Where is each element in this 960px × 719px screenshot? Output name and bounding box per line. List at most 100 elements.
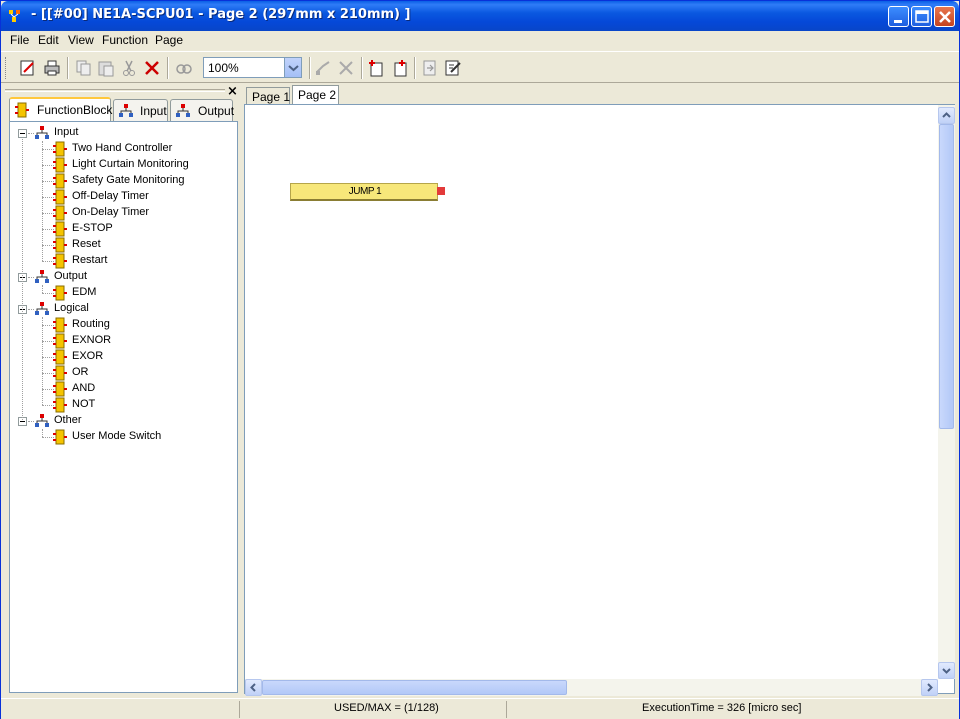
chevron-down-icon bbox=[942, 668, 951, 674]
chevron-right-icon bbox=[927, 683, 933, 692]
connect-icon[interactable] bbox=[313, 58, 333, 78]
print-icon[interactable] bbox=[42, 58, 62, 78]
tree-item-label: Reset bbox=[72, 238, 101, 250]
scroll-right-button[interactable] bbox=[921, 679, 938, 696]
menu-file[interactable]: File bbox=[10, 33, 29, 47]
tree-item[interactable]: Off-Delay Timer bbox=[52, 189, 232, 205]
tree-item-label: Routing bbox=[72, 318, 110, 330]
properties-icon[interactable] bbox=[443, 58, 463, 78]
tree-item-label: EXNOR bbox=[72, 334, 112, 346]
tree-group-logical[interactable]: Logical bbox=[34, 301, 224, 317]
tree-item-label: On-Delay Timer bbox=[72, 206, 150, 218]
tree-item-label: AND bbox=[72, 382, 96, 394]
toolbar-grip[interactable] bbox=[5, 57, 8, 79]
tree-item[interactable]: Restart bbox=[52, 253, 232, 269]
tree-item[interactable]: Light Curtain Monitoring bbox=[52, 157, 232, 173]
collapse-toggle[interactable] bbox=[18, 129, 27, 138]
network-icon bbox=[119, 104, 133, 117]
export-icon[interactable] bbox=[420, 58, 440, 78]
tab-output[interactable]: Output bbox=[170, 99, 234, 121]
close-icon bbox=[939, 11, 951, 23]
tree-item[interactable]: Reset bbox=[52, 237, 232, 253]
tree-item[interactable]: On-Delay Timer bbox=[52, 205, 232, 221]
tree-item[interactable]: Routing bbox=[52, 317, 232, 333]
function-block-icon bbox=[53, 189, 67, 205]
tree-item-label: User Mode Switch bbox=[72, 430, 162, 442]
tree-item-label: NOT bbox=[72, 398, 96, 410]
title-bar[interactable]: - [[#00] NE1A-SCPU01 - Page 2 (297mm x 2… bbox=[1, 1, 959, 31]
tree-item[interactable]: Two Hand Controller bbox=[52, 141, 232, 157]
scroll-up-button[interactable] bbox=[938, 107, 955, 124]
cut-icon[interactable] bbox=[119, 58, 139, 78]
tree-item[interactable]: E-STOP bbox=[52, 221, 232, 237]
maximize-button[interactable] bbox=[911, 6, 932, 27]
status-used-max: USED/MAX = (1/128) bbox=[334, 702, 439, 714]
jump-block[interactable]: JUMP 1 bbox=[290, 183, 438, 201]
disconnect-icon[interactable] bbox=[336, 58, 356, 78]
tree-item[interactable]: Safety Gate Monitoring bbox=[52, 173, 232, 189]
tab-label: Page 2 bbox=[298, 88, 337, 102]
tree-group-label: Input bbox=[54, 126, 79, 138]
tab-label: FunctionBlock bbox=[37, 103, 113, 117]
horizontal-scroll-thumb[interactable] bbox=[262, 680, 567, 695]
tree-connector bbox=[42, 429, 43, 437]
delete-icon[interactable] bbox=[142, 58, 162, 78]
copy-icon[interactable] bbox=[74, 58, 94, 78]
chevron-left-icon bbox=[250, 683, 256, 692]
add-page-icon[interactable] bbox=[366, 58, 386, 78]
tree-group-other[interactable]: Other bbox=[34, 413, 224, 429]
tree-item[interactable]: EXNOR bbox=[52, 333, 232, 349]
app-icon bbox=[9, 10, 20, 22]
scroll-left-button[interactable] bbox=[245, 679, 262, 696]
menu-view[interactable]: View bbox=[68, 33, 94, 47]
tree-connector bbox=[42, 141, 43, 261]
insert-page-icon[interactable] bbox=[390, 58, 410, 78]
tab-label: Input bbox=[140, 104, 167, 118]
status-bar: USED/MAX = (1/128) ExecutionTime = 326 [… bbox=[1, 698, 959, 719]
tree-item[interactable]: AND bbox=[52, 381, 232, 397]
tab-functionblock[interactable]: FunctionBlock bbox=[9, 97, 113, 121]
edit-icon[interactable] bbox=[18, 58, 38, 78]
menu-function[interactable]: Function bbox=[102, 33, 148, 47]
tree-item[interactable]: NOT bbox=[52, 397, 232, 413]
output-port[interactable] bbox=[437, 187, 445, 195]
find-icon[interactable] bbox=[174, 58, 194, 78]
tab-input[interactable]: Input bbox=[113, 99, 168, 121]
tree-item-label: EDM bbox=[72, 286, 97, 298]
tree-item[interactable]: EXOR bbox=[52, 349, 232, 365]
tree-connector bbox=[42, 317, 43, 405]
function-block-tree: Input Two Hand Controller Light Curtain Mo… bbox=[9, 121, 238, 693]
function-block-icon bbox=[53, 253, 67, 269]
function-block-icon bbox=[53, 157, 67, 173]
panel-close-icon[interactable]: × bbox=[227, 84, 238, 99]
menu-edit[interactable]: Edit bbox=[38, 33, 59, 47]
toolbar-separator bbox=[67, 57, 69, 79]
zoom-select[interactable]: 100% bbox=[203, 57, 302, 78]
paste-icon[interactable] bbox=[96, 58, 116, 78]
function-block-icon bbox=[53, 365, 67, 381]
tree-item-label: Safety Gate Monitoring bbox=[72, 174, 185, 186]
close-button[interactable] bbox=[934, 6, 955, 27]
tab-page-1[interactable]: Page 1 bbox=[246, 87, 290, 104]
tab-page-2[interactable]: Page 2 bbox=[292, 85, 339, 104]
function-block-icon bbox=[53, 397, 67, 413]
tree-group-output[interactable]: Output bbox=[34, 269, 224, 285]
panel-grip[interactable] bbox=[5, 89, 225, 92]
maximize-icon bbox=[915, 10, 929, 23]
tree-group-input[interactable]: Input bbox=[34, 125, 224, 141]
zoom-dropdown-button[interactable] bbox=[284, 58, 301, 77]
tree-group-label: Logical bbox=[54, 302, 89, 314]
tree-item[interactable]: EDM bbox=[52, 285, 232, 301]
function-block-icon bbox=[53, 349, 67, 365]
menu-page[interactable]: Page bbox=[155, 33, 183, 47]
function-block-icon bbox=[53, 205, 67, 221]
tree-group-label: Other bbox=[54, 414, 82, 426]
scroll-down-button[interactable] bbox=[938, 662, 955, 679]
function-block-icon bbox=[53, 173, 67, 189]
tree-item-label: Restart bbox=[72, 254, 108, 266]
function-block-icon bbox=[15, 102, 29, 118]
tree-item[interactable]: User Mode Switch bbox=[52, 429, 232, 445]
tree-item[interactable]: OR bbox=[52, 365, 232, 381]
vertical-scroll-thumb[interactable] bbox=[939, 124, 954, 429]
minimize-button[interactable] bbox=[888, 6, 909, 27]
